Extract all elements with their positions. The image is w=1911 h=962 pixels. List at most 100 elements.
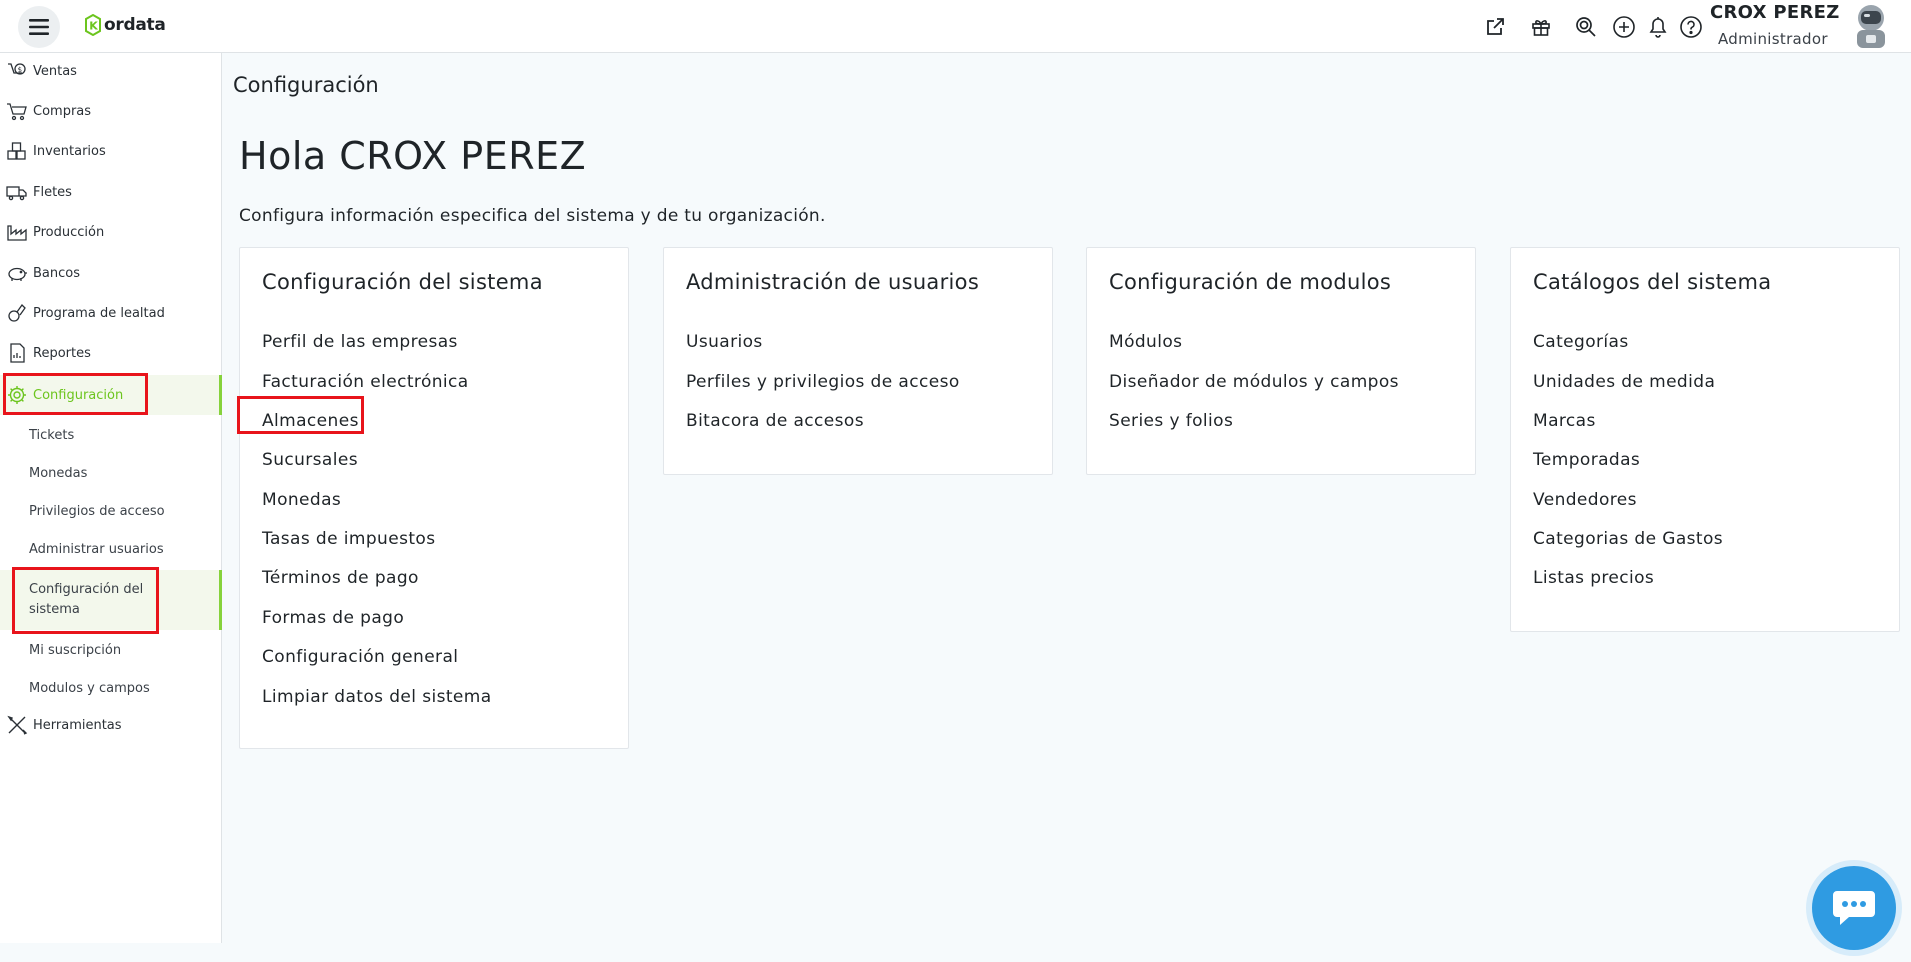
chat-icon (1833, 891, 1875, 925)
sidebar-item-compras[interactable]: Compras (0, 93, 222, 129)
sidebar-item-reportes[interactable]: Reportes (0, 335, 222, 371)
card-title: Configuración de modulos (1109, 270, 1392, 294)
link-modulos[interactable]: Módulos (1109, 332, 1182, 352)
card-configuracion-modulos: Configuración de modulos Módulos Diseñad… (1086, 247, 1476, 475)
link-formas-pago[interactable]: Formas de pago (262, 608, 404, 628)
logo-text: ordata (104, 15, 166, 35)
link-limpiar-datos[interactable]: Limpiar datos del sistema (262, 687, 492, 707)
external-link-button[interactable] (1480, 12, 1510, 42)
avatar[interactable] (1846, 0, 1896, 50)
sidebar-item-fletes[interactable]: Fletes (0, 174, 222, 210)
subitem-label: Privilegios de acceso (29, 503, 165, 519)
sidebar-item-label: Ventas (33, 63, 77, 79)
link-bitacora-accesos[interactable]: Bitacora de accesos (686, 411, 864, 431)
astronaut-avatar-icon (1857, 5, 1885, 48)
card-title: Catálogos del sistema (1533, 270, 1772, 294)
subitem-label: Monedas (29, 465, 88, 481)
sidebar-item-label: Inventarios (33, 143, 106, 159)
sidebar-item-inventarios[interactable]: Inventarios (0, 133, 222, 169)
sidebar-subitem-monedas[interactable]: Monedas (0, 454, 222, 492)
sidebar-subitem-privilegios[interactable]: Privilegios de acceso (0, 492, 222, 530)
link-usuarios[interactable]: Usuarios (686, 332, 763, 352)
search-icon (1576, 17, 1596, 37)
link-unidades-medida[interactable]: Unidades de medida (1533, 372, 1715, 392)
link-listas-precios[interactable]: Listas precios (1533, 568, 1654, 588)
boxes-icon (5, 139, 29, 163)
link-configuracion-general[interactable]: Configuración general (262, 647, 458, 667)
menu-button[interactable] (18, 6, 60, 48)
card-title: Administración de usuarios (686, 270, 980, 294)
link-perfil-empresas[interactable]: Perfil de las empresas (262, 332, 458, 352)
sidebar-subitem-administrar-usuarios[interactable]: Administrar usuarios (0, 530, 222, 568)
link-almacenes[interactable]: Almacenes (262, 411, 359, 431)
sidebar: $ Ventas Compras Inventarios Fletes Prod… (0, 53, 222, 943)
svg-text:$: $ (18, 66, 22, 74)
sidebar-item-bancos[interactable]: Bancos (0, 255, 222, 291)
link-sucursales[interactable]: Sucursales (262, 450, 358, 470)
external-link-icon (1487, 18, 1504, 35)
subitem-label: Administrar usuarios (29, 541, 164, 557)
plus-circle-icon (1613, 16, 1635, 38)
subitem-label: Tickets (29, 427, 75, 443)
subtitle: Configura información especifica del sis… (239, 206, 826, 226)
tools-icon (5, 713, 29, 737)
loyalty-icon (5, 301, 29, 325)
link-temporadas[interactable]: Temporadas (1533, 450, 1640, 470)
sidebar-item-label: Configuración (33, 387, 124, 403)
link-monedas[interactable]: Monedas (262, 490, 341, 510)
cart-icon (5, 99, 29, 123)
user-role: Administrador (1718, 30, 1828, 48)
link-facturacion[interactable]: Facturación electrónica (262, 372, 469, 392)
link-vendedores[interactable]: Vendedores (1533, 490, 1637, 510)
help-icon (1680, 16, 1702, 38)
link-disenador-modulos[interactable]: Diseñador de módulos y campos (1109, 372, 1399, 392)
card-administracion-usuarios: Administración de usuarios Usuarios Perf… (663, 247, 1053, 475)
card-title: Configuración del sistema (262, 270, 543, 294)
sidebar-item-configuracion[interactable]: Configuración (0, 375, 222, 415)
help-button[interactable] (1676, 12, 1706, 42)
chat-button[interactable] (1812, 866, 1896, 950)
gift-icon (1532, 20, 1550, 36)
sidebar-item-label: Producción (33, 224, 105, 240)
sidebar-subitem-modulos-y-campos[interactable]: Modulos y campos (0, 669, 222, 707)
card-configuracion-del-sistema: Configuración del sistema Perfil de las … (237, 247, 629, 749)
link-series-folios[interactable]: Series y folios (1109, 411, 1233, 431)
sidebar-item-label: Reportes (33, 345, 91, 361)
logo-mark-icon: K (85, 14, 101, 36)
bell-icon (1649, 17, 1667, 38)
piggy-bank-icon (5, 261, 29, 285)
greeting: Hola CROX PEREZ (239, 134, 587, 178)
link-tasas-impuestos[interactable]: Tasas de impuestos (262, 529, 435, 549)
sidebar-item-label: Fletes (33, 184, 72, 200)
logo[interactable]: K ordata (84, 14, 166, 36)
link-terminos-pago[interactable]: Términos de pago (262, 568, 419, 588)
link-categorias[interactable]: Categorías (1533, 332, 1629, 352)
sidebar-item-label: Programa de lealtad (33, 305, 165, 321)
link-marcas[interactable]: Marcas (1533, 411, 1596, 431)
sidebar-item-ventas[interactable]: $ Ventas (0, 53, 222, 89)
card-catalogos-sistema: Catálogos del sistema Categorías Unidade… (1510, 247, 1900, 632)
factory-icon (5, 220, 29, 244)
sidebar-item-label: Bancos (33, 265, 80, 281)
user-name[interactable]: CROX PEREZ (1710, 2, 1840, 23)
sidebar-subitem-tickets[interactable]: Tickets (0, 416, 222, 454)
sidebar-subitem-configuracion-del-sistema[interactable]: Configuración del sistema (0, 570, 222, 630)
sidebar-item-label: Compras (33, 103, 92, 119)
link-categorias-gastos[interactable]: Categorias de Gastos (1533, 529, 1723, 549)
sidebar-item-produccion[interactable]: Producción (0, 214, 222, 250)
report-icon (5, 341, 29, 365)
notifications-button[interactable] (1643, 12, 1673, 42)
subitem-label: Modulos y campos (29, 680, 150, 696)
sales-icon: $ (5, 59, 29, 83)
gift-button[interactable] (1526, 12, 1556, 42)
subitem-label: Mi suscripción (29, 642, 122, 658)
top-bar: K ordata CROX PEREZ Administrador (0, 0, 1911, 53)
search-button[interactable] (1571, 12, 1601, 42)
page-title: Configuración (233, 73, 379, 97)
sidebar-item-herramientas[interactable]: Herramientas (0, 707, 222, 743)
svg-text:K: K (89, 20, 98, 33)
sidebar-subitem-mi-suscripcion[interactable]: Mi suscripción (0, 631, 222, 669)
sidebar-item-programa-de-lealtad[interactable]: Programa de lealtad (0, 295, 222, 331)
link-perfiles-privilegios[interactable]: Perfiles y privilegios de acceso (686, 372, 960, 392)
add-button[interactable] (1609, 12, 1639, 42)
